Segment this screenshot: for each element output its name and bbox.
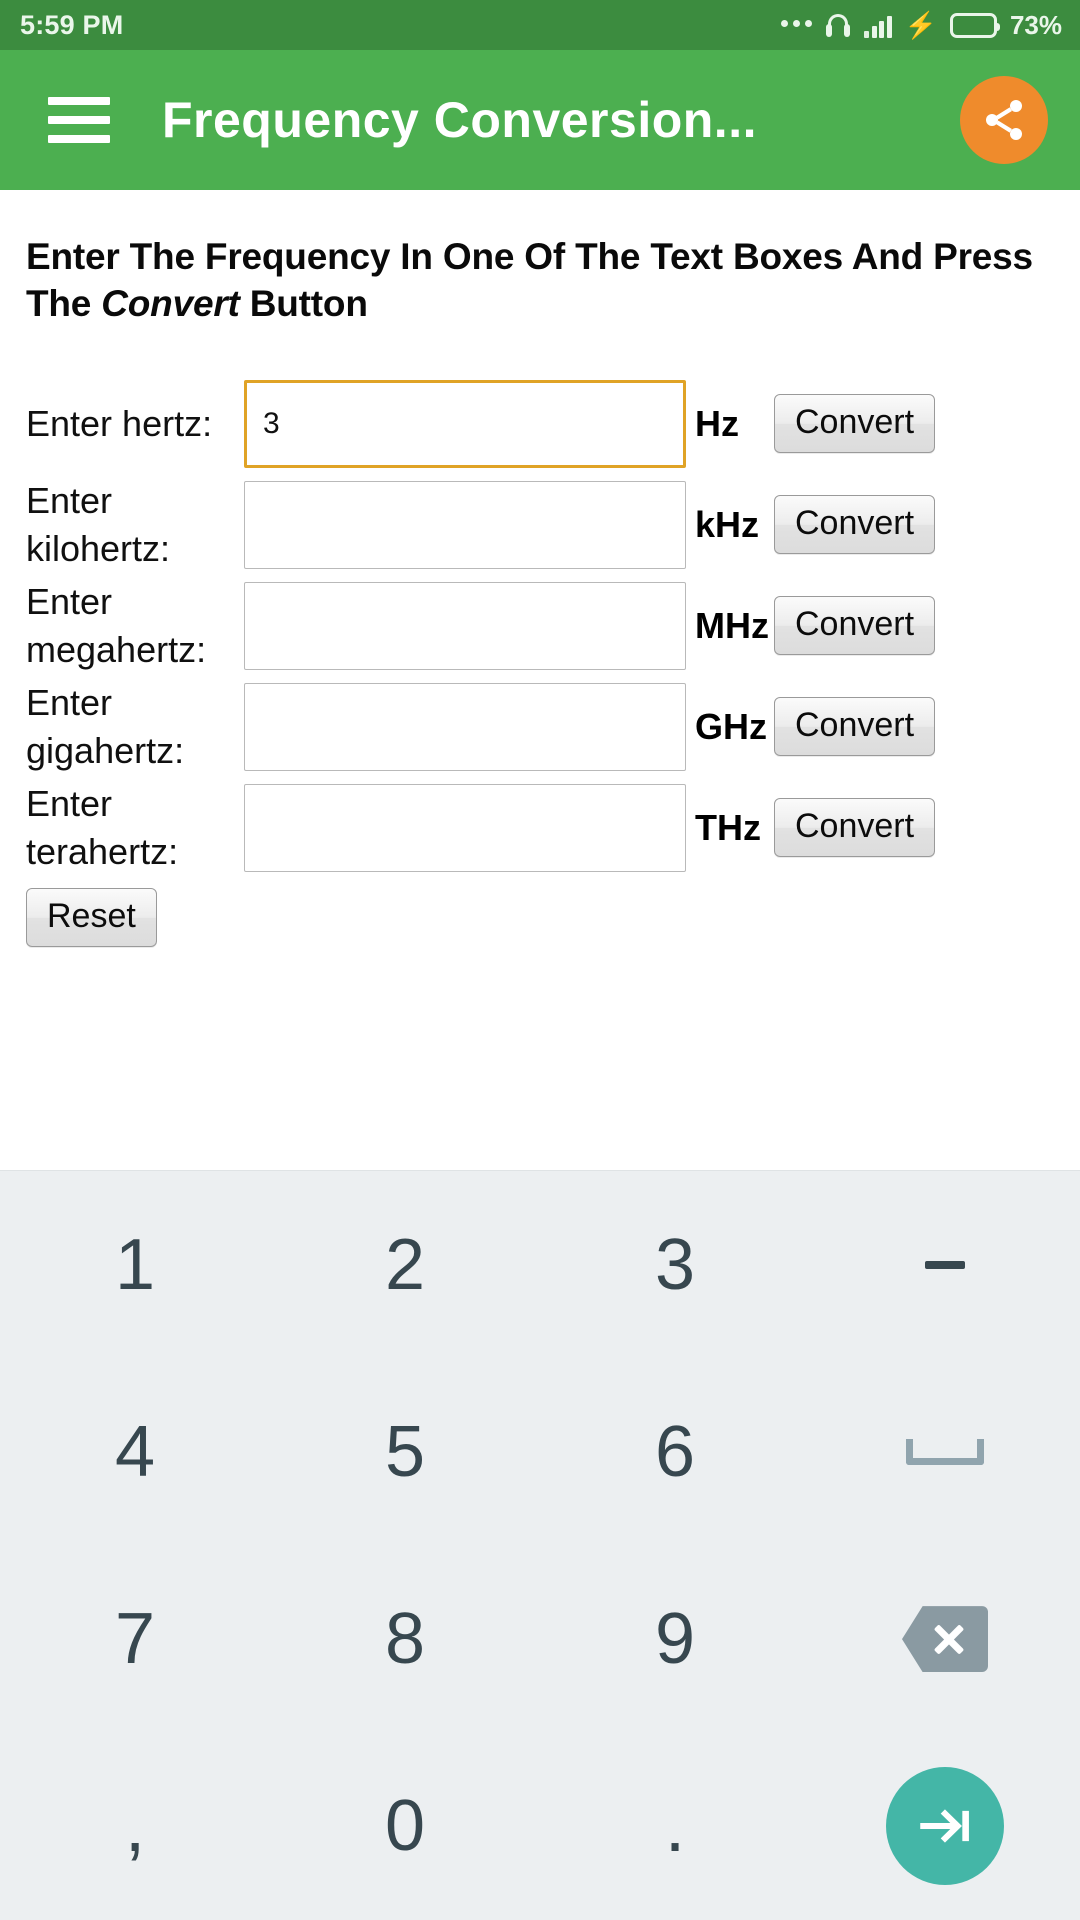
- key-backspace[interactable]: [810, 1546, 1080, 1733]
- headphone-icon: [825, 12, 851, 38]
- key-5-label: 5: [384, 1411, 426, 1492]
- instructions-emphasis: Convert: [101, 282, 240, 324]
- convert-button-gigahertz[interactable]: Convert: [774, 697, 936, 757]
- instructions-text: Enter The Frequency In One Of The Text B…: [26, 190, 1054, 327]
- unit-kilohertz: kHz: [695, 503, 760, 545]
- conversion-row-terahertz: Enter terahertz: THz Convert: [26, 777, 1054, 878]
- key-4-label: 4: [114, 1411, 156, 1492]
- reset-row: Reset: [26, 888, 1054, 948]
- hamburger-menu-icon[interactable]: [48, 97, 110, 143]
- share-icon: [986, 100, 1022, 140]
- input-terahertz[interactable]: [244, 783, 686, 872]
- more-dots-icon: [781, 20, 813, 30]
- key-0-label: 0: [384, 1786, 426, 1867]
- key-1[interactable]: 1: [0, 1171, 270, 1358]
- unit-megahertz: MHz: [695, 604, 769, 646]
- label-gigahertz: Enter gigahertz:: [26, 682, 185, 771]
- key-1-label: 1: [114, 1224, 156, 1305]
- numeric-keyboard: 1 2 3 4 5 6 7 8 9 , 0 .: [0, 1170, 1080, 1920]
- key-next[interactable]: [810, 1733, 1080, 1920]
- conversion-row-kilohertz: Enter kilohertz: kHz Convert: [26, 474, 1054, 575]
- input-megahertz[interactable]: [244, 581, 686, 670]
- charging-bolt-icon: ⚡: [904, 10, 937, 40]
- keyboard-grid: 1 2 3 4 5 6 7 8 9 , 0 .: [0, 1171, 1080, 1920]
- key-comma[interactable]: ,: [0, 1733, 270, 1920]
- key-5[interactable]: 5: [270, 1358, 540, 1545]
- label-terahertz: Enter terahertz:: [26, 783, 179, 872]
- phone-screen: 5:59 PM ⚡ 73% Frequency Conversion... En…: [0, 0, 1080, 1920]
- page-title: Frequency Conversion...: [162, 92, 757, 148]
- status-icons: ⚡ 73%: [781, 10, 1062, 41]
- share-button[interactable]: [960, 76, 1048, 164]
- key-9-label: 9: [654, 1599, 696, 1680]
- key-3-label: 3: [654, 1224, 696, 1305]
- backspace-icon: [902, 1606, 988, 1673]
- key-9[interactable]: 9: [540, 1546, 810, 1733]
- conversion-row-hertz: Enter hertz: Hz Convert: [26, 373, 1054, 474]
- key-0[interactable]: 0: [270, 1733, 540, 1920]
- key-period-label: .: [664, 1784, 686, 1868]
- label-megahertz: Enter megahertz:: [26, 581, 207, 670]
- key-8-label: 8: [384, 1599, 426, 1680]
- conversion-row-megahertz: Enter megahertz: MHz Convert: [26, 575, 1054, 676]
- app-bar: Frequency Conversion...: [0, 50, 1080, 190]
- convert-button-megahertz[interactable]: Convert: [774, 596, 936, 656]
- key-6[interactable]: 6: [540, 1358, 810, 1545]
- key-2-label: 2: [384, 1224, 426, 1305]
- conversion-rows: Enter hertz: Hz Convert Enter kilohertz:…: [26, 373, 1054, 948]
- key-4[interactable]: 4: [0, 1358, 270, 1545]
- conversion-row-gigahertz: Enter gigahertz: GHz Convert: [26, 676, 1054, 777]
- convert-button-terahertz[interactable]: Convert: [774, 798, 936, 858]
- key-comma-label: ,: [124, 1784, 146, 1868]
- key-3[interactable]: 3: [540, 1171, 810, 1358]
- status-time: 5:59 PM: [20, 9, 124, 40]
- instructions-part2: Button: [239, 282, 368, 324]
- main-content: Enter The Frequency In One Of The Text B…: [0, 190, 1080, 1015]
- key-6-label: 6: [654, 1411, 696, 1492]
- next-field-button[interactable]: [886, 1767, 1004, 1886]
- key-space[interactable]: [810, 1358, 1080, 1545]
- key-dash[interactable]: [810, 1171, 1080, 1358]
- unit-gigahertz: GHz: [695, 705, 767, 747]
- label-hertz: Enter hertz:: [26, 402, 213, 444]
- convert-button-kilohertz[interactable]: Convert: [774, 495, 936, 555]
- unit-hertz: Hz: [695, 402, 739, 444]
- input-kilohertz[interactable]: [244, 480, 686, 569]
- arrow-to-bar-icon: [920, 1809, 969, 1844]
- dash-icon: [925, 1260, 965, 1269]
- input-gigahertz[interactable]: [244, 682, 686, 771]
- key-7[interactable]: 7: [0, 1546, 270, 1733]
- key-7-label: 7: [114, 1599, 156, 1680]
- key-2[interactable]: 2: [270, 1171, 540, 1358]
- battery-percent: 73%: [1009, 9, 1062, 40]
- space-bar-icon: [906, 1438, 984, 1465]
- key-period[interactable]: .: [540, 1733, 810, 1920]
- input-hertz[interactable]: [244, 379, 686, 468]
- unit-terahertz: THz: [695, 806, 761, 848]
- key-8[interactable]: 8: [270, 1546, 540, 1733]
- convert-button-hertz[interactable]: Convert: [774, 394, 936, 454]
- signal-bars-icon: [864, 13, 892, 38]
- reset-button[interactable]: Reset: [26, 888, 157, 948]
- status-bar: 5:59 PM ⚡ 73%: [0, 0, 1080, 50]
- label-kilohertz: Enter kilohertz:: [26, 480, 171, 569]
- battery-icon: [949, 12, 1000, 38]
